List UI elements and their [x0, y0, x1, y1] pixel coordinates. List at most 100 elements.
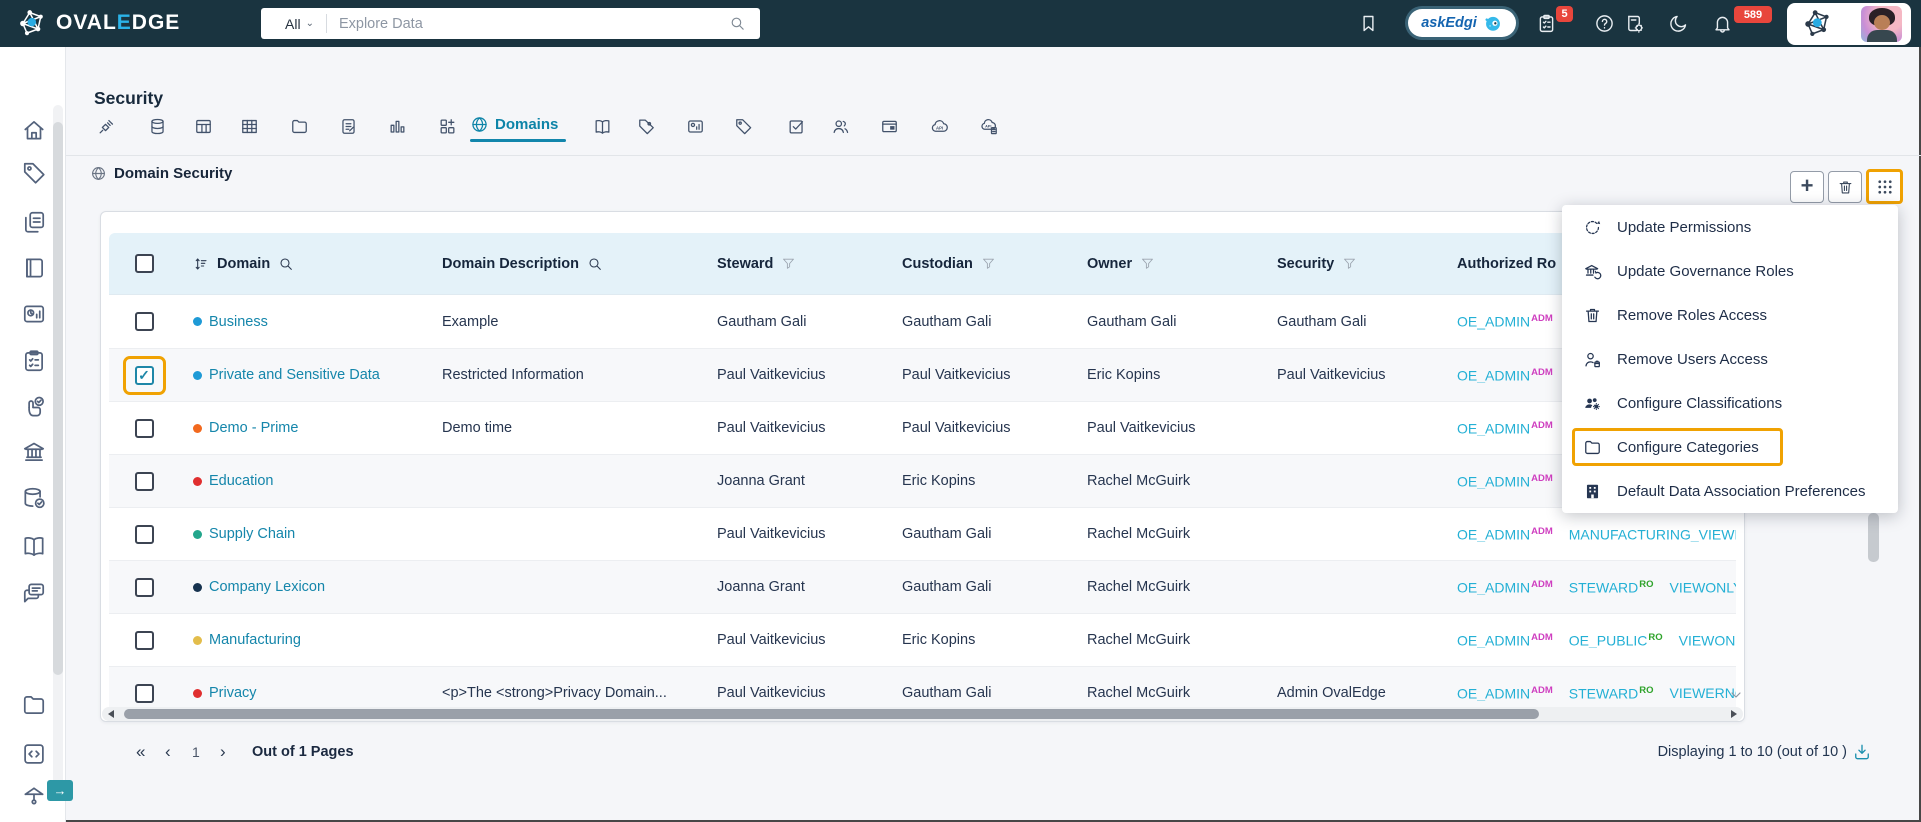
notifications-bell-icon[interactable] [1712, 13, 1733, 34]
sidebar-item-home-icon[interactable] [21, 117, 47, 143]
row-checkbox[interactable] [134, 683, 154, 703]
domain-link[interactable]: Company Lexicon [209, 579, 325, 595]
role-link[interactable]: OE_ADMINADM [1457, 367, 1553, 384]
tab-tag-dot-icon[interactable] [637, 117, 656, 136]
scroll-right-arrow-icon[interactable] [1731, 710, 1737, 718]
ask-edgi-button[interactable]: askEdgi [1408, 9, 1516, 37]
menu-item-remove-roles-access[interactable]: Remove Roles Access [1562, 293, 1898, 337]
menu-item-update-governance-roles[interactable]: Update Governance Roles [1562, 249, 1898, 293]
row-checkbox[interactable] [134, 630, 154, 650]
filter-funnel-icon[interactable] [1342, 256, 1357, 271]
scroll-down-chevron-icon[interactable] [1728, 688, 1744, 700]
tab-cloud-api-icon[interactable]: API [930, 117, 949, 136]
sidebar-item-report-board-icon[interactable] [21, 301, 47, 327]
tab-folder-icon[interactable] [290, 117, 309, 136]
tab-tag-icon[interactable] [734, 117, 753, 136]
filter-funnel-icon[interactable] [981, 256, 996, 271]
horizontal-scrollbar-track[interactable] [102, 707, 1743, 721]
help-icon[interactable] [1594, 13, 1615, 34]
role-link[interactable]: OE_ADMINADM [1457, 420, 1553, 437]
role-link[interactable]: OE_ADMINADM [1457, 685, 1553, 702]
role-link[interactable]: VIEWONLYUSERSRO [1679, 632, 1736, 648]
select-all-checkbox[interactable] [134, 254, 154, 273]
search-icon[interactable] [729, 15, 746, 32]
nine-dots-actions-button[interactable] [1866, 169, 1903, 204]
ovaledge-mark-icon[interactable] [1801, 7, 1835, 41]
row-checkbox[interactable] [134, 471, 154, 491]
scroll-left-arrow-icon[interactable] [108, 710, 114, 718]
tab-open-book-icon[interactable] [593, 117, 612, 136]
role-link[interactable]: OE_ADMINADM [1457, 473, 1553, 490]
tab-bar-chart-icon[interactable] [388, 117, 407, 136]
sidebar-item-code-square-icon[interactable] [21, 741, 47, 767]
tab-check-square-icon[interactable] [787, 117, 806, 136]
tab-table-icon[interactable] [194, 117, 213, 136]
menu-item-remove-users-access[interactable]: Remove Users Access [1562, 337, 1898, 381]
role-link[interactable]: VIEWONLYUSERSRO [1670, 579, 1737, 595]
role-link[interactable]: OE_PUBLICRO [1569, 632, 1663, 649]
filter-funnel-icon[interactable] [1140, 256, 1155, 271]
tab-domains[interactable]: Domains [470, 115, 558, 134]
sidebar-scrollbar-thumb[interactable] [53, 122, 63, 675]
search-icon[interactable] [587, 256, 603, 272]
role-link[interactable]: OE_ADMINADM [1457, 632, 1553, 649]
menu-item-default-data-association-preferences[interactable]: Default Data Association Preferences [1562, 469, 1898, 513]
tab-panel-icon[interactable] [880, 117, 899, 136]
row-checkbox[interactable] [134, 418, 154, 438]
role-link[interactable]: OE_ADMINADM [1457, 526, 1553, 543]
row-checkbox[interactable]: ✓ [134, 365, 154, 385]
tab-blocks-plus-icon[interactable] [438, 117, 457, 136]
ovaledge-logo-icon[interactable] [16, 7, 49, 40]
sidebar-item-approval-hand-icon[interactable] [21, 394, 47, 420]
filter-funnel-icon[interactable] [781, 256, 796, 271]
sidebar-item-chat-icon[interactable] [21, 580, 47, 606]
domain-link[interactable]: Education [209, 473, 274, 489]
sidebar-item-tag-icon[interactable] [21, 160, 47, 186]
menu-item-configure-categories[interactable]: Configure Categories [1562, 425, 1898, 469]
role-link[interactable]: OE_ADMINADM [1457, 313, 1553, 330]
horizontal-scrollbar-thumb[interactable] [124, 709, 1539, 719]
sidebar-item-crane-icon[interactable] [21, 784, 47, 810]
sidebar-item-copy-docs-icon[interactable] [21, 209, 47, 235]
role-link[interactable]: OE_ADMINADM [1457, 579, 1553, 596]
role-link[interactable]: VIEWERNOACCESSUS... [1670, 685, 1737, 702]
tab-file-note-icon[interactable] [339, 117, 358, 136]
sort-icon[interactable] [193, 256, 209, 272]
row-checkbox[interactable] [134, 312, 154, 331]
sidebar-item-open-book-icon[interactable] [21, 533, 47, 559]
domain-link[interactable]: Manufacturing [209, 632, 301, 648]
sidebar-item-notebook-icon[interactable] [21, 255, 47, 281]
tab-grid-table-icon[interactable] [240, 117, 259, 136]
sidebar-item-database-check-icon[interactable] [21, 485, 47, 511]
delete-button[interactable] [1828, 171, 1862, 203]
tab-image-chart-icon[interactable] [686, 117, 705, 136]
domain-link[interactable]: Private and Sensitive Data [209, 367, 380, 383]
tab-database-icon[interactable] [148, 117, 167, 136]
global-search[interactable]: All ⌄ Explore Data [261, 8, 760, 39]
tab-cloud-api-doc-icon[interactable]: API [980, 117, 999, 136]
domain-link[interactable]: Business [209, 314, 268, 330]
row-checkbox[interactable] [134, 524, 154, 544]
add-domain-security-button[interactable]: + [1790, 171, 1824, 203]
tab-plug-icon[interactable] [97, 117, 116, 136]
search-input[interactable]: Explore Data [339, 16, 729, 32]
domain-link[interactable]: Privacy [209, 685, 257, 701]
search-icon[interactable] [278, 256, 294, 272]
tab-users-icon[interactable] [831, 117, 850, 136]
download-icon[interactable] [1852, 742, 1872, 762]
user-avatar[interactable] [1861, 6, 1902, 42]
sidebar-item-bank-icon[interactable] [21, 439, 47, 465]
first-page-button[interactable]: « [136, 741, 145, 763]
sidebar-item-clipboard-tasks-icon[interactable] [21, 348, 47, 374]
dark-mode-moon-icon[interactable] [1668, 13, 1689, 34]
menu-item-configure-classifications[interactable]: Configure Classifications [1562, 381, 1898, 425]
previous-page-button[interactable]: ‹ [165, 741, 171, 763]
role-link[interactable]: STEWARDRO [1569, 685, 1654, 702]
role-link[interactable]: MANUFACTURING_VIEWERRO [1569, 526, 1736, 542]
bookmark-icon[interactable] [1358, 13, 1379, 34]
menu-item-update-permissions[interactable]: Update Permissions [1562, 205, 1898, 249]
sidebar-expand-button[interactable]: → [47, 780, 73, 801]
search-scope-dropdown[interactable]: All ⌄ [285, 16, 314, 32]
release-notes-icon[interactable] [1624, 13, 1645, 34]
domain-link[interactable]: Supply Chain [209, 526, 295, 542]
